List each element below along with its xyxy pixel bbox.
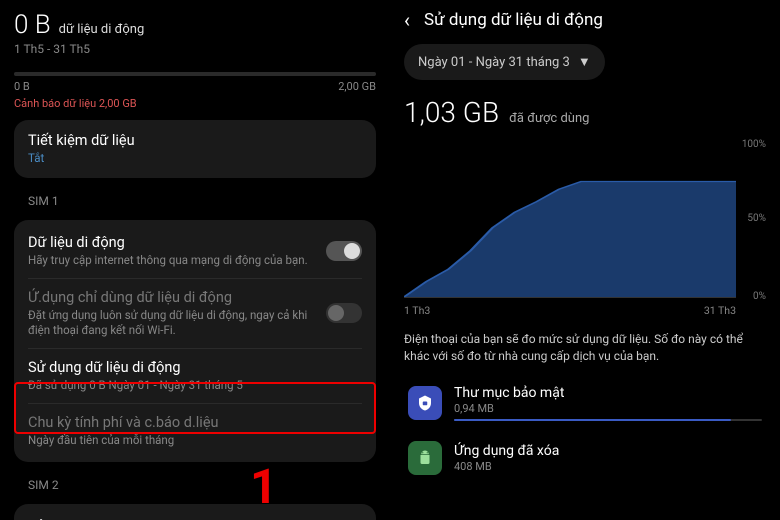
usage-item-title: Sử dụng dữ liệu di động (28, 359, 362, 376)
usage-description: Điện thoại của bạn sẽ đo mức sử dụng dữ … (404, 331, 766, 365)
billing-cycle-item[interactable]: Chu kỳ tính phí và c.báo d.liệu Ngày đầu… (28, 404, 362, 458)
x-label-start: 1 Th3 (404, 304, 430, 317)
x-label-end: 31 Th3 (704, 304, 736, 317)
scale-max: 2,00 GB (338, 80, 376, 93)
x-axis-labels: 1 Th3 31 Th3 (404, 304, 736, 317)
period-selector[interactable]: Ngày 01 - Ngày 31 tháng 3 ▼ (404, 44, 605, 80)
data-saver-title: Tiết kiệm dữ liệu (28, 132, 362, 149)
scale-min: 0 B (14, 80, 30, 93)
period-label: Ngày 01 - Ngày 31 tháng 3 (418, 55, 570, 70)
secure-folder-icon (408, 386, 442, 420)
app-name: Thư mục bảo mật (454, 385, 762, 401)
usage-chart: 100% 50% 0% (404, 143, 766, 298)
app-size: 408 MB (454, 460, 762, 473)
sim2-header: SIM 2 (14, 470, 376, 494)
data-saver-status: Tắt (28, 151, 362, 166)
usage-summary: 0 B dữ liệu di động 1 Th5 - 31 Th5 (14, 0, 376, 60)
data-warning-text: Cảnh báo dữ liệu 2,00 GB (14, 97, 376, 110)
sim2-card: Sử dụng dữ liệu di động (14, 504, 376, 520)
usage-item-sub: Đã sử dụng 0 B Ngày 01 - Ngày 31 tháng 5 (28, 378, 362, 393)
back-icon[interactable]: ‹ (404, 8, 410, 32)
usage-label: dữ liệu di động (59, 22, 145, 37)
mobile-data-title: Dữ liệu di động (28, 234, 326, 251)
y-label-50: 50% (747, 213, 766, 224)
usage-amount: 0 B (14, 10, 51, 40)
annotation-callout-1: 1 (250, 458, 278, 515)
mobile-data-usage-item[interactable]: Sử dụng dữ liệu di động Đã sử dụng 0 B N… (28, 349, 362, 403)
period-text: 1 Th5 - 31 Th5 (14, 42, 376, 56)
used-amount: 1,03 GB (404, 96, 499, 129)
chevron-down-icon: ▼ (578, 54, 591, 70)
mobile-data-toggle[interactable] (326, 241, 362, 261)
app-only-sub: Đặt ứng dụng luôn sử dụng dữ liệu di độn… (28, 308, 326, 338)
y-label-0: 0% (753, 291, 766, 302)
chart-svg (404, 143, 736, 297)
app-usage-bar (454, 419, 762, 421)
app-usage-list: Thư mục bảo mật 0,94 MB Ứng dụng đã xóa … (404, 375, 766, 485)
sim1-header: SIM 1 (14, 186, 376, 210)
app-size: 0,94 MB (454, 402, 762, 415)
used-label: đã được dùng (509, 111, 589, 126)
usage-scale: 0 B 2,00 GB (14, 80, 376, 93)
sim2-usage-item[interactable]: Sử dụng dữ liệu di động (28, 508, 362, 520)
y-label-100: 100% (742, 139, 766, 150)
app-item-secure-folder[interactable]: Thư mục bảo mật 0,94 MB (404, 375, 766, 431)
app-item-deleted-apps[interactable]: Ứng dụng đã xóa 408 MB (404, 431, 766, 485)
usage-progress-bar (14, 72, 376, 76)
mobile-data-item[interactable]: Dữ liệu di động Hãy truy cập internet th… (28, 224, 362, 278)
data-saver-card[interactable]: Tiết kiệm dữ liệu Tắt (14, 120, 376, 178)
mobile-data-sub: Hãy truy cập internet thông qua mạng di … (28, 253, 326, 268)
billing-title: Chu kỳ tính phí và c.báo d.liệu (28, 414, 362, 431)
android-icon (408, 441, 442, 475)
used-summary: 1,03 GB đã được dùng (404, 96, 766, 129)
settings-data-usage-screen: 0 B dữ liệu di động 1 Th5 - 31 Th5 0 B 2… (0, 0, 390, 520)
billing-sub: Ngày đầu tiên của mỗi tháng (28, 433, 362, 448)
mobile-data-usage-detail-screen: ‹ Sử dụng dữ liệu di động Ngày 01 - Ngày… (390, 0, 780, 520)
app-only-title: Ứ.dụng chỉ dùng dữ liệu di động (28, 289, 326, 306)
screen2-header: ‹ Sử dụng dữ liệu di động (404, 0, 766, 38)
app-name: Ứng dụng đã xóa (454, 443, 762, 459)
app-only-mobile-data-item[interactable]: Ứ.dụng chỉ dùng dữ liệu di động Đặt ứng … (28, 279, 362, 348)
chart-area (404, 143, 736, 298)
app-only-toggle[interactable] (326, 303, 362, 323)
screen2-title: Sử dụng dữ liệu di động (424, 10, 603, 30)
sim1-card: Dữ liệu di động Hãy truy cập internet th… (14, 220, 376, 462)
